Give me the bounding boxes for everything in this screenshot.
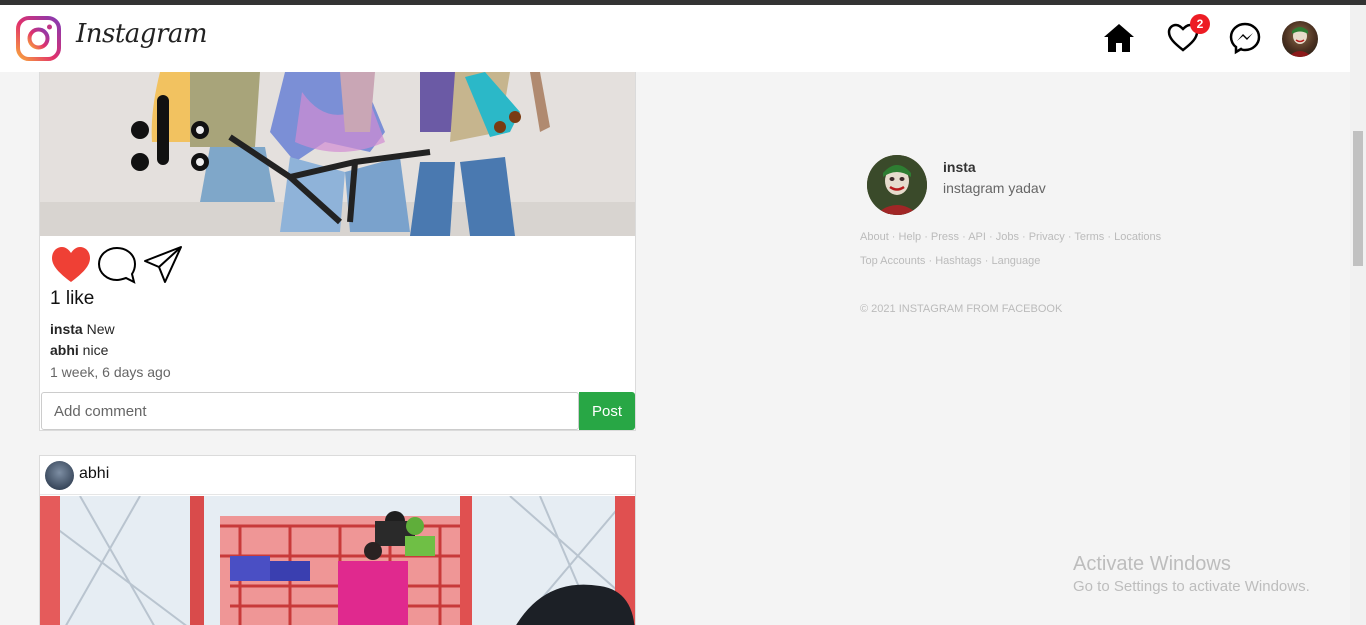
caption-username[interactable]: insta — [50, 321, 83, 337]
heart-filled-icon[interactable] — [50, 244, 92, 286]
messenger-icon[interactable] — [1228, 21, 1262, 55]
home-icon[interactable] — [1102, 21, 1136, 55]
like-count: 1 like — [50, 288, 95, 309]
post-image[interactable] — [40, 72, 635, 236]
post-card: abhi — [39, 455, 636, 625]
copyright-text: © 2021 INSTAGRAM FROM FACEBOOK — [860, 303, 1063, 315]
post-card: 1 like insta New abhi nice 1 week, 6 day… — [39, 72, 636, 431]
nav-profile-avatar[interactable] — [1282, 21, 1318, 57]
comment-icon[interactable] — [96, 244, 138, 286]
comment-input[interactable] — [41, 392, 579, 430]
sidebar-fullname: instagram yadav — [943, 180, 1046, 196]
navbar: Instagram 2 — [0, 5, 1350, 72]
comment-text: nice — [82, 342, 109, 358]
post-image[interactable] — [40, 496, 635, 625]
post-comment-button[interactable]: Post — [579, 392, 635, 430]
share-icon[interactable] — [142, 244, 184, 286]
comment-line: abhi nice — [50, 342, 108, 358]
windows-activation-subtitle: Go to Settings to activate Windows. — [1073, 578, 1310, 595]
scrollbar-thumb[interactable] — [1353, 131, 1363, 266]
caption-line: insta New — [50, 321, 115, 337]
post-author-username[interactable]: abhi — [79, 465, 109, 483]
instagram-logo-icon[interactable] — [16, 16, 61, 61]
notification-badge: 2 — [1190, 14, 1210, 34]
post-header: abhi — [40, 456, 635, 495]
windows-activation-title: Activate Windows — [1073, 553, 1231, 575]
comment-username[interactable]: abhi — [50, 342, 79, 358]
caption-text: New — [86, 321, 115, 337]
footer-links-secondary[interactable]: Top Accounts · Hashtags · Language — [860, 255, 1040, 267]
sidebar-username[interactable]: insta — [943, 159, 976, 175]
sidebar-profile-avatar[interactable] — [867, 155, 927, 215]
post-timestamp: 1 week, 6 days ago — [50, 364, 171, 380]
brand-name[interactable]: Instagram — [76, 19, 208, 49]
page-scrollbar[interactable] — [1350, 5, 1366, 625]
footer-links[interactable]: About · Help · Press · API · Jobs · Priv… — [860, 231, 1161, 243]
post-author-avatar[interactable] — [45, 461, 74, 490]
